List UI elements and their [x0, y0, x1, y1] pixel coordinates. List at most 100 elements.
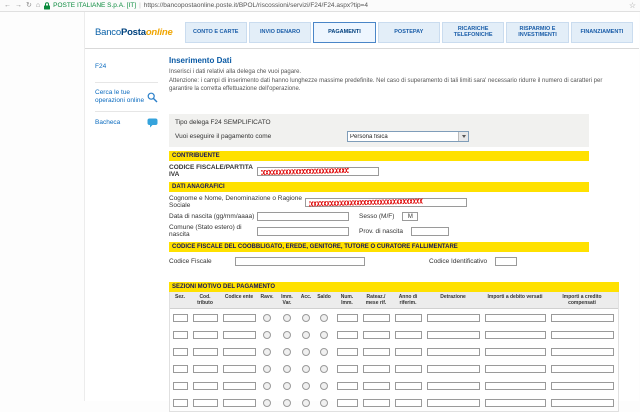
radio-button[interactable]	[302, 313, 310, 322]
cognome-label: Cognome e Nome, Denominazione o Ragione …	[169, 195, 302, 210]
sesso-input[interactable]: M	[402, 212, 419, 222]
table-cell-input[interactable]	[362, 381, 390, 390]
radio-button[interactable]	[263, 381, 271, 390]
codice-identificativo-input[interactable]	[495, 257, 518, 267]
table-cell-input[interactable]	[484, 364, 546, 373]
radio-button[interactable]	[283, 313, 291, 322]
cognome-input[interactable]	[305, 197, 467, 207]
table-cell-input[interactable]	[484, 381, 546, 390]
table-cell-input[interactable]	[172, 330, 188, 339]
table-cell-input[interactable]	[426, 330, 480, 339]
bookmark-star-icon[interactable]: ☆	[629, 1, 636, 10]
table-cell-input[interactable]	[550, 313, 614, 322]
back-icon[interactable]: ←	[4, 2, 11, 9]
forward-icon[interactable]: →	[15, 2, 22, 9]
tab-risparmio-e-investimenti[interactable]: RISPARMIO E INVESTIMENTI	[506, 21, 569, 43]
table-cell-input[interactable]	[484, 313, 546, 322]
tab-ricariche-telefoniche[interactable]: RICARICHE TELEFONICHE	[441, 21, 505, 43]
sidebar-item-bacheca[interactable]: Bacheca	[95, 111, 158, 134]
table-cell-input[interactable]	[172, 381, 188, 390]
table-cell-input[interactable]	[336, 364, 358, 373]
sesso-label: Sesso (M/F)	[359, 213, 395, 221]
table-cell-input[interactable]	[394, 347, 422, 356]
tab-conto-e-carte[interactable]: CONTO E CARTE	[184, 21, 247, 43]
refresh-icon[interactable]: ↻	[26, 2, 32, 9]
intro-line-2: Attenzione: i campi di inserimento dati …	[169, 77, 603, 93]
table-cell-input[interactable]	[426, 364, 480, 373]
table-cell-input[interactable]	[362, 313, 390, 322]
table-cell-input[interactable]	[192, 364, 218, 373]
radio-button[interactable]	[320, 330, 328, 339]
table-cell-input[interactable]	[550, 364, 614, 373]
radio-button[interactable]	[283, 364, 291, 373]
table-cell-input[interactable]	[222, 381, 256, 390]
table-cell-input[interactable]	[336, 347, 358, 356]
table-cell-input[interactable]	[172, 313, 188, 322]
radio-button[interactable]	[263, 347, 271, 356]
table-cell-input[interactable]	[362, 347, 390, 356]
radio-button[interactable]	[320, 381, 328, 390]
table-cell-input[interactable]	[484, 330, 546, 339]
radio-button[interactable]	[263, 364, 271, 373]
radio-button[interactable]	[263, 313, 271, 322]
table-cell-input[interactable]	[336, 313, 358, 322]
tab-finanziamenti[interactable]: FINANZIAMENTI	[570, 21, 633, 43]
section-dati-anagrafici: DATI ANAGRAFICI	[169, 182, 589, 193]
table-cell-input[interactable]	[192, 381, 218, 390]
table-cell	[392, 381, 424, 390]
table-cell-input[interactable]	[426, 381, 480, 390]
table-cell-input[interactable]	[222, 330, 256, 339]
table-cell-input[interactable]	[222, 347, 256, 356]
sidebar-item-f24[interactable]: F24	[95, 63, 158, 70]
table-cell-input[interactable]	[394, 364, 422, 373]
table-cell	[334, 347, 360, 356]
table-cell-input[interactable]	[426, 313, 480, 322]
comune-input[interactable]	[257, 226, 349, 236]
table-cell-input[interactable]	[192, 330, 218, 339]
table-cell-input[interactable]	[172, 347, 188, 356]
radio-button[interactable]	[263, 330, 271, 339]
home-icon[interactable]: ⌂	[36, 2, 40, 9]
codice-fiscale-piva-input[interactable]	[257, 166, 379, 176]
radio-button[interactable]	[283, 347, 291, 356]
radio-button[interactable]	[283, 381, 291, 390]
logo-banco: Banco	[95, 26, 121, 38]
table-cell-input[interactable]	[394, 313, 422, 322]
table-cell-input[interactable]	[394, 381, 422, 390]
table-cell-input[interactable]	[192, 347, 218, 356]
radio-button[interactable]	[302, 347, 310, 356]
address-bar[interactable]: POSTE ITALIANE S.p.A. [IT] | https://ban…	[44, 1, 625, 10]
prov-input[interactable]	[410, 226, 449, 236]
table-cell-input[interactable]	[172, 364, 188, 373]
tab-postepay[interactable]: POSTEPAY	[377, 21, 440, 43]
table-cell-input[interactable]	[362, 330, 390, 339]
table-cell-input[interactable]	[550, 347, 614, 356]
data-nascita-input[interactable]	[257, 212, 349, 222]
table-cell-input[interactable]	[222, 313, 256, 322]
table-cell-input[interactable]	[336, 381, 358, 390]
table-cell-input[interactable]	[426, 347, 480, 356]
radio-button[interactable]	[320, 347, 328, 356]
table-cell-input[interactable]	[394, 330, 422, 339]
table-cell-input[interactable]	[192, 313, 218, 322]
tab-pagamenti[interactable]: PAGAMENTI	[313, 21, 376, 43]
codice-fiscale-input[interactable]	[235, 257, 365, 267]
table-cell	[220, 347, 258, 356]
radio-button[interactable]	[302, 364, 310, 373]
radio-button[interactable]	[302, 330, 310, 339]
table-cell	[298, 381, 314, 390]
persona-select[interactable]: Persona fisica	[347, 131, 469, 143]
radio-button[interactable]	[320, 313, 328, 322]
table-cell-input[interactable]	[222, 364, 256, 373]
table-cell-input[interactable]	[362, 364, 390, 373]
table-cell	[548, 364, 616, 373]
table-cell-input[interactable]	[484, 347, 546, 356]
sidebar-item-cerca-operazioni[interactable]: Cerca le tue operazioni online	[95, 82, 158, 111]
radio-button[interactable]	[320, 364, 328, 373]
table-cell-input[interactable]	[336, 330, 358, 339]
table-cell-input[interactable]	[550, 381, 614, 390]
table-cell-input[interactable]	[550, 330, 614, 339]
radio-button[interactable]	[283, 330, 291, 339]
radio-button[interactable]	[302, 381, 310, 390]
tab-invio-denaro[interactable]: INVIO DENARO	[248, 21, 312, 43]
